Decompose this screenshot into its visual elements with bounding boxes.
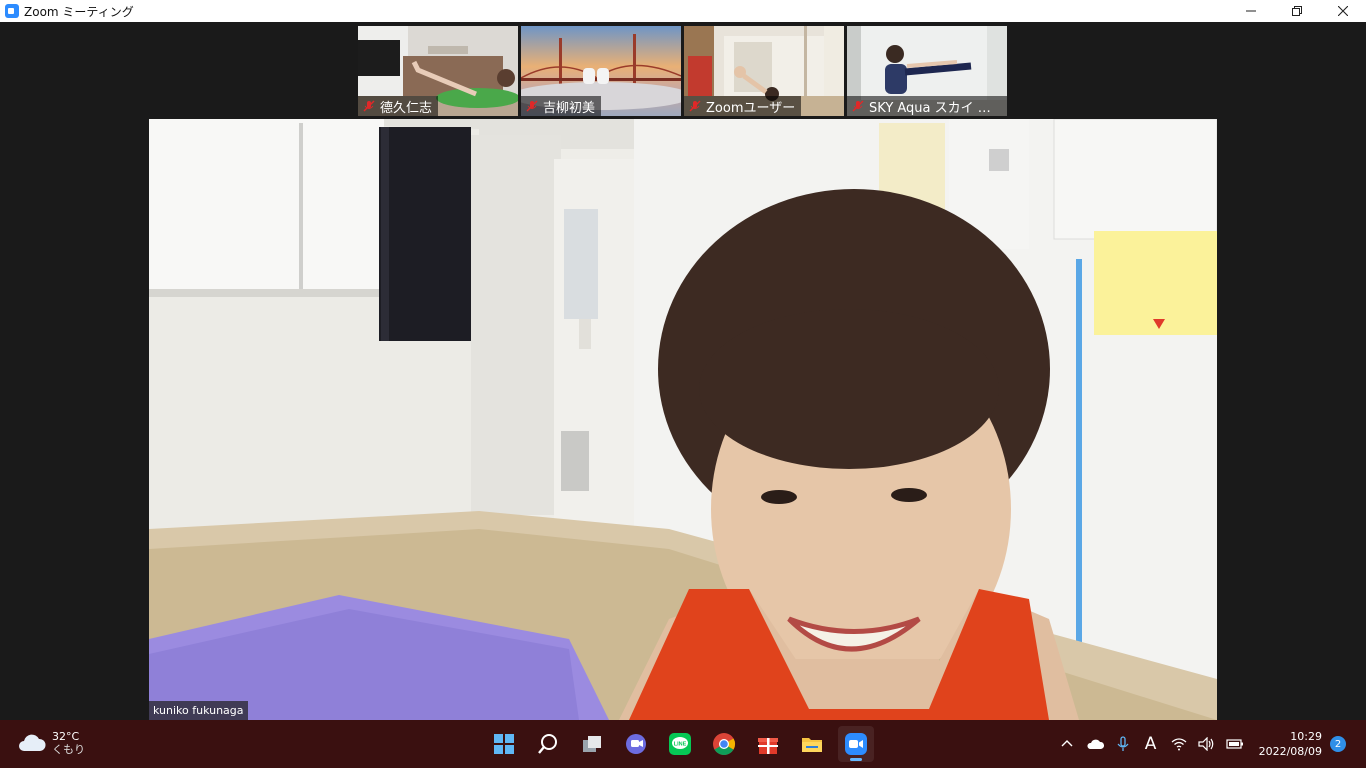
- muted-mic-icon: [852, 100, 864, 112]
- restore-button[interactable]: [1274, 0, 1320, 22]
- participant-name: 德久仁志: [380, 100, 433, 116]
- participant-name: Zoomユーザー: [706, 100, 796, 116]
- weather-temperature: 32°C: [52, 730, 80, 743]
- speaker-icon: [1197, 737, 1213, 751]
- windows-start-icon: [494, 734, 514, 754]
- weather-condition: くもり: [52, 743, 85, 756]
- participant-name: 吉柳初美: [543, 100, 596, 116]
- folder-icon: [802, 738, 822, 752]
- close-icon: [1338, 6, 1348, 16]
- taskbar: 32°C くもり LINE A 10:29 2022/08/09 2: [0, 720, 1366, 768]
- zoom-taskbar-button[interactable]: [838, 726, 874, 762]
- window-title: Zoom ミーティング: [24, 4, 134, 19]
- participant-thumbnails: 德久仁志 吉柳初美 Zoomユーザー SKY Aqua スカイ アク...: [358, 26, 1007, 116]
- participant-thumbnail[interactable]: SKY Aqua スカイ アク...: [847, 26, 1007, 116]
- task-view-button[interactable]: [574, 726, 610, 762]
- start-button[interactable]: [486, 726, 522, 762]
- chat-icon: [626, 734, 646, 754]
- show-hidden-icons-button[interactable]: [1056, 733, 1078, 755]
- clock[interactable]: 10:29 2022/08/09: [1259, 729, 1322, 759]
- file-explorer-button[interactable]: [794, 726, 830, 762]
- line-icon: LINE: [669, 733, 691, 755]
- participant-thumbnail[interactable]: 德久仁志: [358, 26, 518, 116]
- muted-mic-icon: [526, 100, 538, 112]
- volume-button[interactable]: [1196, 733, 1218, 755]
- speaker-video-frame: [149, 119, 1217, 720]
- chrome-button[interactable]: [706, 726, 742, 762]
- ime-indicator[interactable]: A: [1140, 733, 1162, 755]
- chrome-icon: [713, 733, 735, 755]
- search-button[interactable]: [530, 726, 566, 762]
- wifi-icon: [1171, 738, 1187, 751]
- onedrive-cloud-icon: [1087, 739, 1104, 749]
- zoom-icon: [845, 733, 867, 755]
- battery-button[interactable]: [1224, 733, 1246, 755]
- cloud-icon: [19, 734, 46, 751]
- participant-label: 德久仁志: [358, 96, 439, 116]
- task-view-icon: [583, 736, 601, 752]
- participant-thumbnail[interactable]: 吉柳初美: [521, 26, 681, 116]
- window-controls: [1228, 0, 1366, 22]
- weather-widget[interactable]: 32°C くもり: [18, 730, 85, 756]
- microphone-button[interactable]: [1112, 733, 1134, 755]
- muted-mic-icon: [363, 100, 375, 112]
- clock-time: 10:29: [1290, 730, 1322, 743]
- active-speaker-name: kuniko fukunaga: [149, 701, 248, 720]
- participant-label: Zoomユーザー: [684, 96, 802, 116]
- notification-badge[interactable]: 2: [1330, 736, 1346, 752]
- onedrive-button[interactable]: [1084, 733, 1106, 755]
- close-button[interactable]: [1320, 0, 1366, 22]
- participant-thumbnail[interactable]: Zoomユーザー: [684, 26, 844, 116]
- window-titlebar: Zoom ミーティング: [0, 0, 1366, 22]
- gift-app-button[interactable]: [750, 726, 786, 762]
- restore-icon: [1292, 6, 1302, 16]
- ime-label: A: [1144, 734, 1157, 754]
- line-app-button[interactable]: LINE: [662, 726, 698, 762]
- microphone-icon: [1117, 736, 1129, 751]
- clock-date: 2022/08/09: [1258, 745, 1322, 758]
- battery-charging-icon: [1225, 739, 1243, 749]
- minimize-button[interactable]: [1228, 0, 1274, 22]
- gift-icon: [758, 738, 778, 754]
- minimize-icon: [1246, 10, 1256, 12]
- system-tray: A 10:29 2022/08/09 2: [1053, 720, 1366, 768]
- chevron-up-icon: [1061, 740, 1073, 747]
- teams-chat-button[interactable]: [618, 726, 654, 762]
- network-button[interactable]: [1168, 733, 1190, 755]
- search-icon: [538, 734, 557, 754]
- muted-mic-icon: [689, 100, 701, 112]
- svg-text:LINE: LINE: [674, 742, 687, 748]
- participant-label: SKY Aqua スカイ アク...: [847, 96, 1007, 116]
- taskbar-apps: LINE: [486, 726, 874, 762]
- participant-name: SKY Aqua スカイ アク...: [869, 100, 1001, 116]
- active-speaker-video[interactable]: kuniko fukunaga: [149, 119, 1217, 720]
- zoom-app-icon: [5, 4, 19, 18]
- participant-label: 吉柳初美: [521, 96, 602, 116]
